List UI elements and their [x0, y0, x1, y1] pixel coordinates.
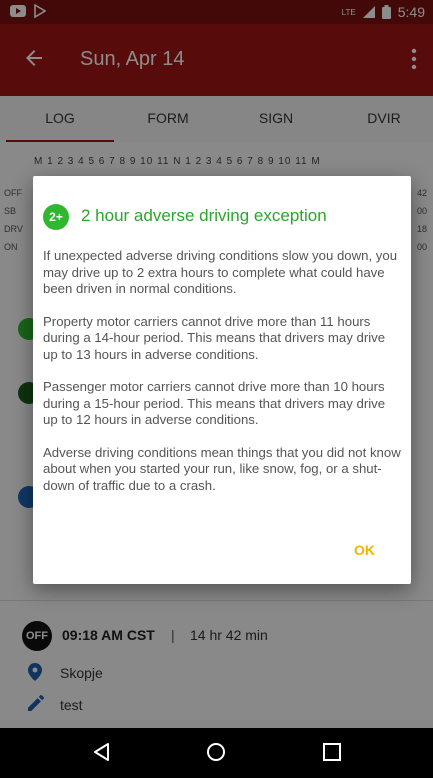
dialog-paragraph: Adverse driving conditions mean things t… [43, 444, 401, 493]
system-nav-bar [0, 728, 433, 778]
dialog-body: If unexpected adverse driving conditions… [43, 248, 403, 510]
dialog-paragraph: Passenger motor carriers cannot drive mo… [43, 379, 386, 427]
back-nav-icon[interactable] [92, 742, 112, 762]
ok-button[interactable]: OK [354, 542, 375, 558]
recents-nav-icon[interactable] [322, 742, 342, 762]
dialog-title: 2 hour adverse driving exception [81, 206, 327, 225]
dialog-paragraph: Property motor carriers cannot drive mor… [43, 313, 386, 362]
adverse-driving-dialog: 2+ 2 hour adverse driving exception If u… [33, 176, 411, 584]
exception-icon: 2+ [43, 204, 69, 230]
home-nav-icon[interactable] [206, 742, 226, 762]
dialog-paragraph: If unexpected adverse driving conditions… [43, 248, 398, 296]
